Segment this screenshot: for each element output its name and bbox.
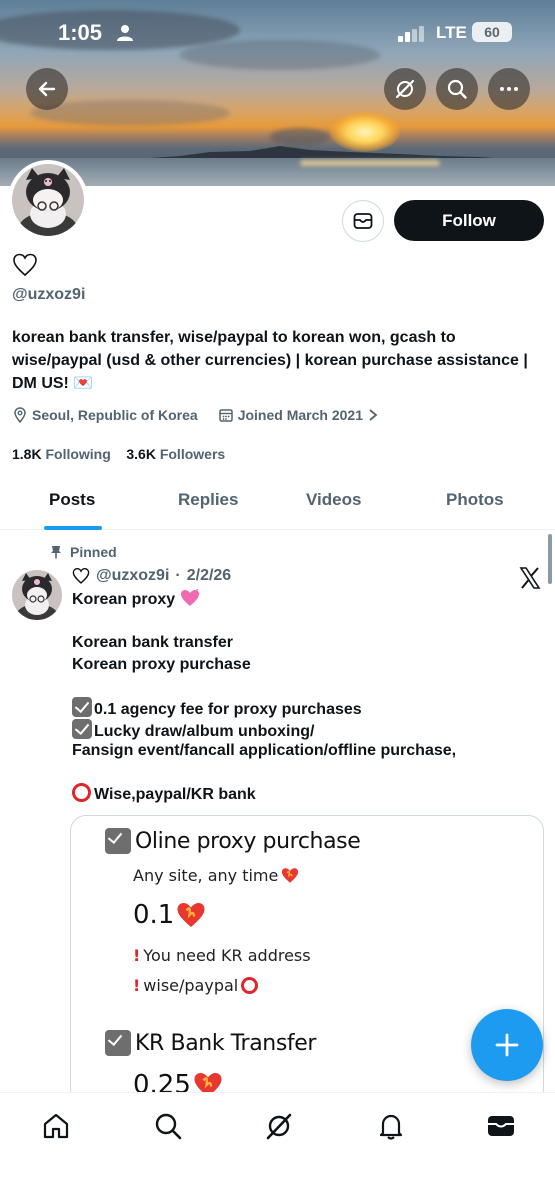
post-line: Korean bank transfer: [72, 634, 233, 652]
tab-videos[interactable]: Videos: [306, 490, 361, 510]
search-icon: [447, 79, 467, 99]
checkbox-icon: [105, 828, 131, 854]
search-button[interactable]: [436, 68, 478, 110]
post-line: Fansign event/fancall application/offlin…: [72, 742, 457, 760]
status-time: 1:05: [58, 20, 103, 45]
more-button[interactable]: [488, 68, 530, 110]
card-note-text: wise/paypal: [143, 976, 239, 995]
tab-posts[interactable]: Posts: [49, 490, 95, 510]
grok-icon[interactable]: [264, 1111, 294, 1141]
message-button[interactable]: [342, 200, 384, 242]
card-heading-text: KR Bank Transfer: [135, 1030, 317, 1056]
exclamation-icon: !: [133, 946, 141, 965]
compose-button[interactable]: [471, 1009, 543, 1081]
card-rate-text: 0.1: [133, 900, 175, 930]
envelope-icon: [353, 213, 373, 229]
card-note-text: You need KR address: [143, 946, 311, 965]
x-logo-icon: [519, 567, 541, 589]
checkbox-icon: [72, 696, 92, 717]
card-heading-proxy: Oline proxy purchase: [105, 828, 361, 854]
following-link[interactable]: 1.8K Following: [12, 446, 111, 462]
post-line: [72, 611, 542, 633]
post-line: [72, 762, 542, 784]
more-icon: [500, 87, 518, 91]
profile-tabs: Posts Replies Videos Photos: [0, 470, 555, 530]
calendar-icon: [218, 409, 233, 422]
exclamation-icon: !: [133, 976, 141, 995]
search-icon[interactable]: [153, 1111, 183, 1141]
profile-joined: Joined March 2021: [237, 407, 363, 423]
post-line: Korean proxy: [72, 591, 176, 608]
post-handle[interactable]: @uzxoz9i: [96, 567, 169, 585]
scrollbar[interactable]: [548, 534, 552, 584]
status-bar: 1:05 LTE 60: [0, 14, 555, 54]
heart-icon: [13, 253, 37, 277]
signal-icon: [398, 26, 424, 42]
tab-replies[interactable]: Replies: [178, 490, 238, 510]
messages-icon[interactable]: [486, 1111, 516, 1141]
post-line: Wise,paypal/KR bank: [94, 786, 256, 804]
card-subtitle-text: Any site, any time: [133, 866, 279, 885]
following-count: 1.8K: [12, 446, 42, 462]
checkbox-icon: [72, 718, 92, 739]
network-type: LTE: [436, 23, 467, 42]
home-icon[interactable]: [41, 1111, 71, 1141]
card-heading-text: Oline proxy purchase: [135, 828, 361, 854]
followers-label: Followers: [159, 446, 226, 462]
profile-handle: @uzxoz9i: [12, 286, 86, 303]
battery-level: 60: [484, 24, 500, 40]
post-avatar[interactable]: [12, 570, 62, 620]
post-line: Korean proxy purchase: [72, 655, 251, 673]
fire-heart-icon: [177, 903, 205, 927]
location-icon: [14, 407, 26, 423]
heart-icon: [72, 568, 90, 584]
profile-avatar[interactable]: [8, 160, 88, 240]
back-button[interactable]: [26, 68, 68, 110]
profile-location: Seoul, Republic of Korea: [32, 407, 198, 423]
pinned-indicator: Pinned: [50, 544, 117, 560]
post-line: [72, 675, 542, 697]
tab-photos[interactable]: Photos: [446, 490, 504, 510]
profile-meta: Seoul, Republic of Korea Joined March 20…: [12, 407, 379, 423]
plus-icon: [495, 1033, 519, 1057]
card-subtitle: Any site, any time: [133, 866, 299, 885]
post-date[interactable]: 2/2/26: [187, 567, 231, 585]
post-media-card[interactable]: Oline proxy purchase Any site, any time …: [70, 815, 544, 1105]
post-line: Lucky draw/album unboxing/: [94, 722, 315, 740]
arrow-left-icon: [38, 81, 56, 97]
followers-count: 3.6K: [126, 446, 156, 462]
following-label: Following: [45, 446, 111, 462]
card-heading-bank: KR Bank Transfer: [105, 1030, 316, 1056]
card-rate-proxy: 0.1: [133, 900, 206, 930]
follow-button[interactable]: Follow: [394, 200, 544, 241]
profile-bio: korean bank transfer, wise/paypal to kor…: [12, 329, 528, 392]
post-text: Korean proxy Korean bank transfer Korean…: [72, 588, 542, 805]
pinned-label: Pinned: [70, 544, 117, 560]
avatar-image: [12, 570, 62, 620]
followers-link[interactable]: 3.6K Followers: [126, 446, 225, 462]
card-note-payment: ! wise/paypal: [133, 976, 261, 995]
chevron-right-icon[interactable]: [367, 408, 379, 422]
fire-heart-icon: [282, 868, 299, 883]
notifications-icon[interactable]: [376, 1111, 406, 1141]
active-tab-indicator: [44, 526, 102, 530]
bottom-navigation: [0, 1092, 555, 1200]
pin-icon: [51, 546, 61, 559]
post-line: 0.1 agency fee for proxy purchases: [94, 700, 362, 718]
post-header: @uzxoz9i · 2/2/26: [72, 567, 231, 585]
grok-button[interactable]: [384, 68, 426, 110]
pink-heart-icon: [180, 588, 200, 614]
follow-label: Follow: [442, 210, 496, 230]
person-icon: [117, 25, 133, 41]
follow-counts: 1.8K Following 3.6K Followers: [12, 446, 225, 462]
checkbox-icon: [105, 1030, 131, 1056]
red-circle-icon: [72, 783, 91, 803]
avatar-image: [12, 164, 84, 236]
card-note-address: ! You need KR address: [133, 946, 311, 965]
battery-icon: 60: [472, 22, 512, 42]
red-circle-icon: [241, 977, 259, 994]
separator-dot: ·: [175, 567, 181, 584]
grok-icon: [395, 79, 415, 99]
